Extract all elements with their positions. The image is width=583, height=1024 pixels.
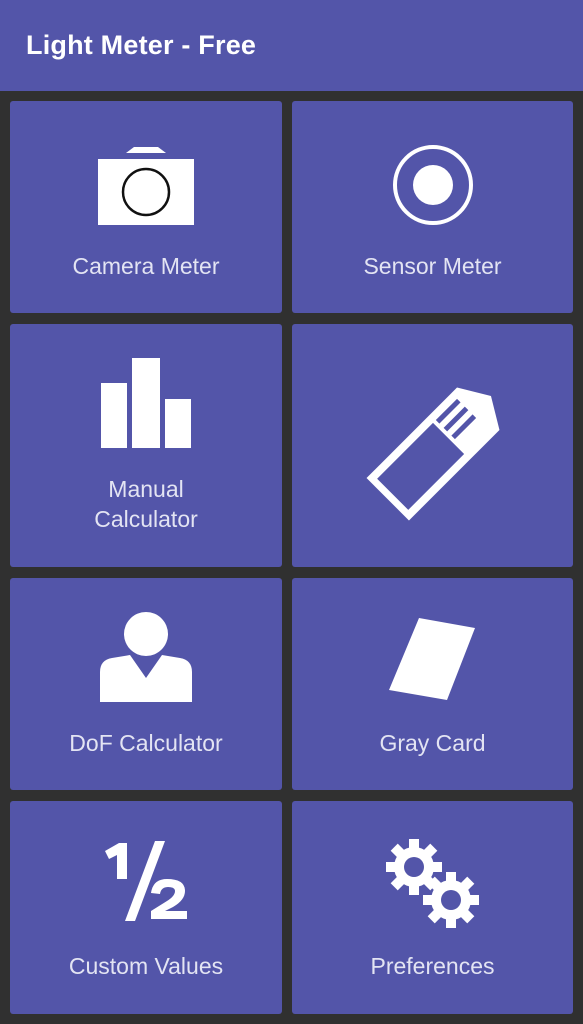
record-icon bbox=[292, 143, 573, 227]
custom-values-label: Custom Values bbox=[68, 953, 224, 979]
manual-calculator-label-line1: Manual bbox=[108, 476, 184, 502]
dof-calculator-label: DoF Calculator bbox=[69, 730, 223, 756]
card-icon bbox=[292, 618, 573, 702]
tag-button[interactable] bbox=[292, 324, 573, 567]
tag-icon bbox=[292, 379, 573, 529]
gray-card-button[interactable]: Gray Card bbox=[292, 578, 573, 790]
one-half-icon bbox=[10, 839, 282, 923]
preferences-button[interactable]: Preferences bbox=[292, 801, 573, 1014]
manual-calculator-label: Manual Calculator bbox=[10, 474, 282, 534]
gray-card-label: Gray Card bbox=[379, 730, 486, 756]
app-title: Light Meter - Free bbox=[26, 30, 257, 60]
dof-calculator-button[interactable]: DoF Calculator bbox=[10, 578, 282, 790]
manual-calculator-button[interactable]: Manual Calculator bbox=[10, 324, 282, 567]
camera-icon bbox=[10, 147, 282, 227]
sensor-meter-button[interactable]: Sensor Meter bbox=[292, 101, 573, 313]
bar-chart-icon bbox=[10, 358, 282, 448]
person-icon bbox=[10, 612, 282, 702]
preferences-label: Preferences bbox=[370, 953, 495, 979]
camera-meter-button[interactable]: Camera Meter bbox=[10, 101, 282, 313]
manual-calculator-label-line2: Calculator bbox=[94, 506, 198, 532]
gears-icon bbox=[292, 839, 573, 929]
app-bar: Light Meter - Free bbox=[0, 0, 583, 91]
camera-meter-label: Camera Meter bbox=[72, 253, 220, 279]
sensor-meter-label: Sensor Meter bbox=[363, 253, 502, 279]
custom-values-button[interactable]: Custom Values bbox=[10, 801, 282, 1014]
